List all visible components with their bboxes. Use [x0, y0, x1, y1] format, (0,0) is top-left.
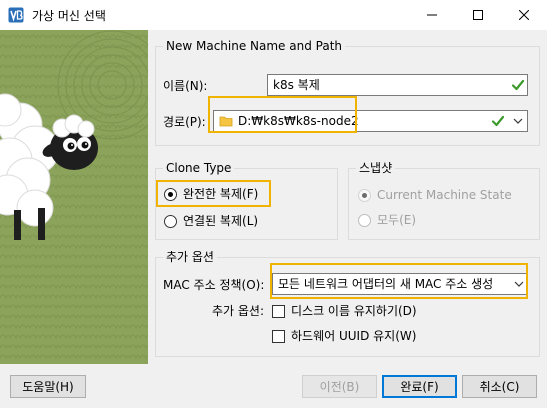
snapshot-group: 스냅샷: [348, 160, 540, 240]
checkmark-icon: [511, 79, 525, 91]
path-label: 경로(P):: [163, 115, 206, 129]
snapshot-legend: 스냅샷: [356, 160, 396, 176]
mac-policy-value: 모든 네트워크 어댑터의 새 MAC 주소 생성: [278, 277, 494, 291]
wizard-artwork: [0, 30, 148, 364]
maximize-icon: [473, 10, 483, 20]
extra-options-legend: 추가 옵션: [163, 249, 217, 265]
clone-type-group: Clone Type: [155, 160, 338, 240]
extra-options-label: 추가 옵션:: [212, 304, 265, 318]
window-title: 가상 머신 선택: [32, 9, 106, 23]
current-state-radio[interactable]: [358, 189, 371, 202]
folder-icon: [219, 116, 233, 127]
full-clone-radio[interactable]: [164, 188, 177, 201]
name-label: 이름(N):: [163, 79, 208, 93]
keep-disk-names-checkbox[interactable]: [272, 305, 285, 318]
sheep-illustration: [0, 30, 148, 364]
back-button[interactable]: 이전(B): [302, 375, 377, 398]
cancel-button[interactable]: 취소(C): [462, 375, 537, 398]
maximize-button[interactable]: [455, 0, 501, 30]
current-state-label[interactable]: Current Machine State: [377, 187, 512, 203]
keep-hw-uuid-checkbox[interactable]: [272, 330, 285, 343]
close-button[interactable]: [501, 0, 547, 30]
path-value: D:₩k8s₩k8s-node2: [238, 114, 359, 128]
path-combobox[interactable]: D:₩k8s₩k8s-node2: [213, 110, 528, 132]
title-bar: 가상 머신 선택: [0, 0, 547, 30]
name-path-legend: New Machine Name and Path: [163, 38, 346, 54]
minimize-icon: [427, 14, 437, 16]
clone-type-legend: Clone Type: [163, 160, 235, 176]
full-clone-label[interactable]: 완전한 복제(F): [183, 186, 258, 202]
linked-clone-radio[interactable]: [164, 215, 177, 228]
name-field[interactable]: k8s 복제: [267, 74, 528, 96]
all-snapshots-label[interactable]: 모두(E): [377, 212, 416, 228]
checkmark-icon: [491, 115, 505, 127]
chevron-down-icon: [514, 281, 524, 287]
mac-policy-label: MAC 주소 정책(O):: [163, 278, 265, 292]
keep-disk-names-label[interactable]: 디스크 이름 유지하기(D): [291, 303, 417, 319]
finish-button[interactable]: 완료(F): [382, 375, 457, 398]
minimize-button[interactable]: [409, 0, 455, 30]
close-icon: [519, 10, 529, 20]
linked-clone-label[interactable]: 연결된 복제(L): [183, 213, 258, 229]
virtualbox-icon: [8, 7, 24, 23]
chevron-down-icon[interactable]: [513, 116, 523, 126]
help-button[interactable]: 도움말(H): [10, 375, 86, 398]
all-snapshots-radio[interactable]: [358, 214, 371, 227]
mac-policy-dropdown[interactable]: 모든 네트워크 어댑터의 새 MAC 주소 생성: [272, 273, 528, 295]
name-value: k8s 복제: [273, 78, 320, 92]
keep-hw-uuid-label[interactable]: 하드웨어 UUID 유지(W): [291, 328, 416, 344]
